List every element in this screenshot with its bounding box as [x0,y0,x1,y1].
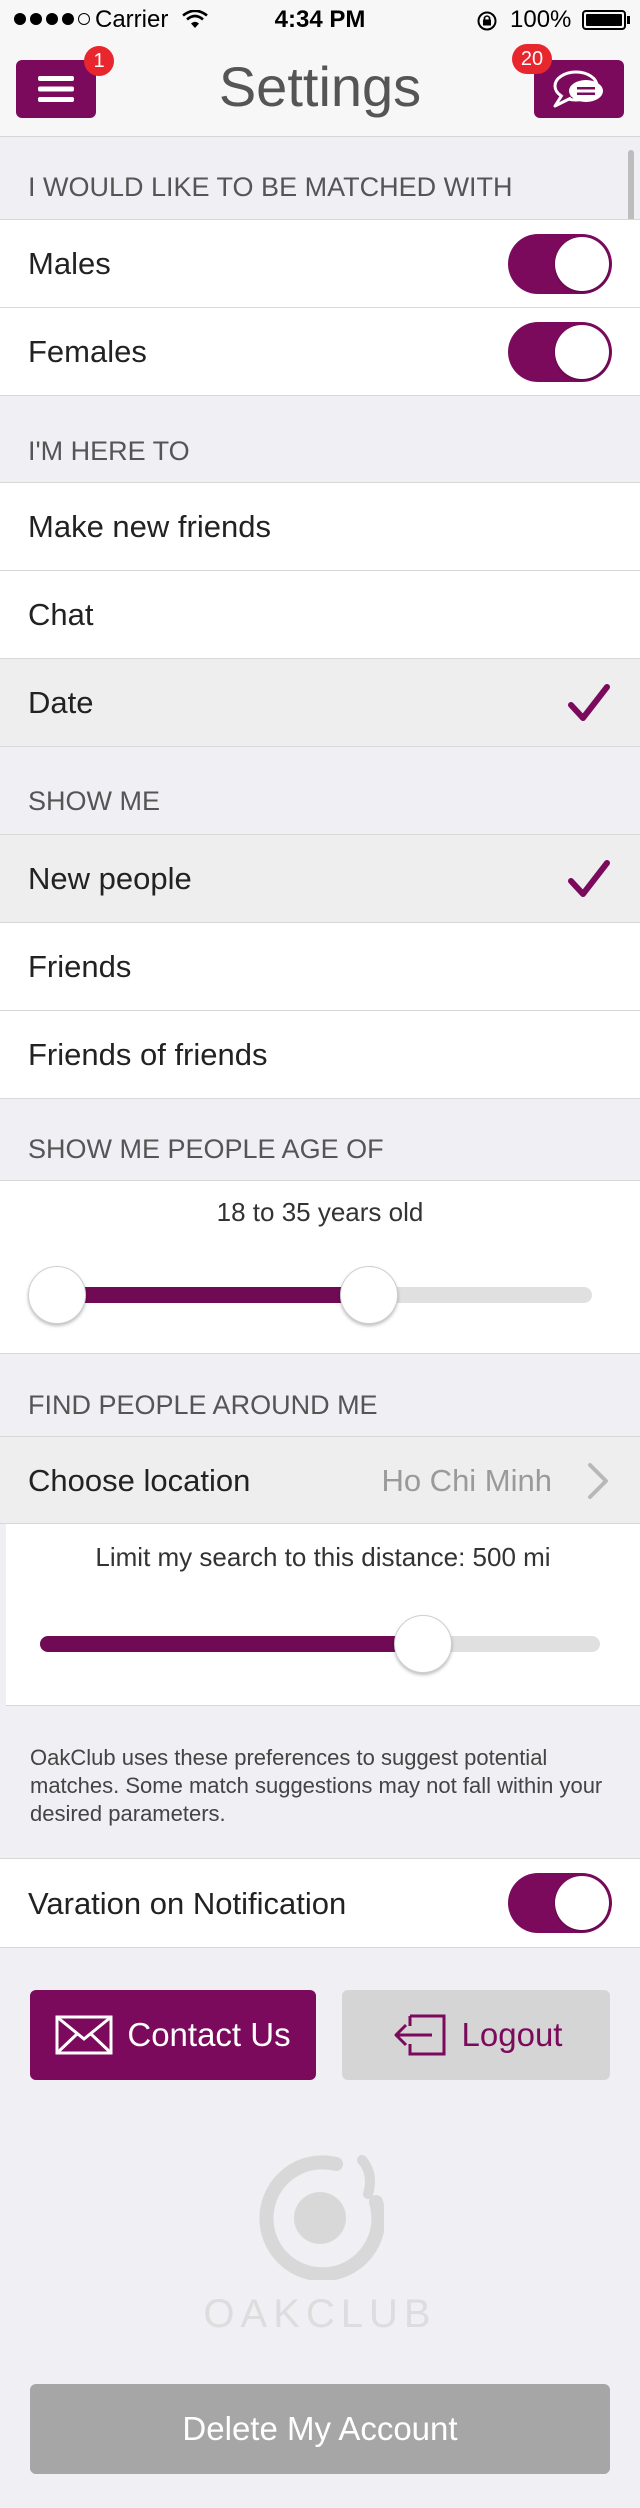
row-label: Females [28,334,147,369]
option-make-new-friends[interactable]: Make new friends [0,483,640,571]
row-label: Males [28,246,111,281]
distance-label: Limit my search to this distance: 500 mi [95,1542,551,1572]
option-label: Friends of friends [28,1037,268,1072]
option-chat[interactable]: Chat [0,571,640,659]
option-friends-of-friends[interactable]: Friends of friends [0,1011,640,1099]
checkmark-icon [568,684,610,721]
checkmark-icon [568,860,610,897]
age-range-panel: 18 to 35 years old [0,1180,640,1354]
males-toggle[interactable] [508,234,612,294]
age-min-handle[interactable] [28,1266,86,1324]
option-label: Friends [28,949,132,984]
choose-location-label: Choose location [28,1463,251,1498]
chevron-right-icon [588,1463,608,1499]
option-date[interactable]: Date [0,659,640,747]
section-header-show-me: SHOW ME [28,786,160,816]
delete-account-label: Delete My Account [182,2410,458,2447]
distance-handle[interactable] [394,1615,452,1673]
contact-us-label: Contact Us [127,2016,291,2053]
section-header-here-to: I'M HERE TO [28,436,190,466]
battery-icon [582,10,626,30]
logout-icon [394,2014,446,2056]
rotation-lock-icon [477,11,497,31]
section-header-location: FIND PEOPLE AROUND ME [28,1390,378,1420]
option-friends[interactable]: Friends [0,923,640,1011]
oakclub-logo-icon [259,2155,384,2280]
age-max-handle[interactable] [340,1266,398,1324]
notification-row: Varation on Notification [0,1858,640,1948]
oakclub-logo-text: OAKCLUB [203,2292,437,2336]
contact-us-button[interactable]: Contact Us [30,1990,316,2080]
preferences-note: OakClub uses these preferences to sugges… [30,1745,603,1826]
navigation-bar: 1 Settings 20 [0,40,640,137]
battery-percent: 100% [510,6,572,33]
option-label: Chat [28,597,94,632]
delete-account-button[interactable]: Delete My Account [30,2384,610,2474]
row-males: Males [0,220,640,308]
notification-toggle[interactable] [508,1873,612,1933]
section-header-matched-with: I WOULD LIKE TO BE MATCHED WITH [28,172,513,202]
age-slider-fill [57,1287,369,1303]
row-females: Females [0,308,640,396]
envelope-icon [55,2015,113,2055]
option-new-people[interactable]: New people [0,835,640,923]
age-range-label: 18 to 35 years old [216,1197,424,1227]
location-value: Ho Chi Minh [381,1463,552,1498]
choose-location-row[interactable]: Choose location Ho Chi Minh [0,1436,640,1524]
option-label: Make new friends [28,509,271,544]
status-bar: Carrier 4:34 PM 100% [0,0,640,40]
chat-badge: 20 [512,44,552,74]
distance-slider-fill [40,1636,430,1652]
logout-button[interactable]: Logout [342,1990,610,2080]
section-header-age: SHOW ME PEOPLE AGE OF [28,1134,384,1164]
option-label: New people [28,861,192,896]
notification-label: Varation on Notification [28,1886,347,1921]
option-label: Date [28,685,94,720]
logout-label: Logout [461,2016,563,2053]
distance-panel: Limit my search to this distance: 500 mi [6,1524,640,1706]
females-toggle[interactable] [508,322,612,382]
